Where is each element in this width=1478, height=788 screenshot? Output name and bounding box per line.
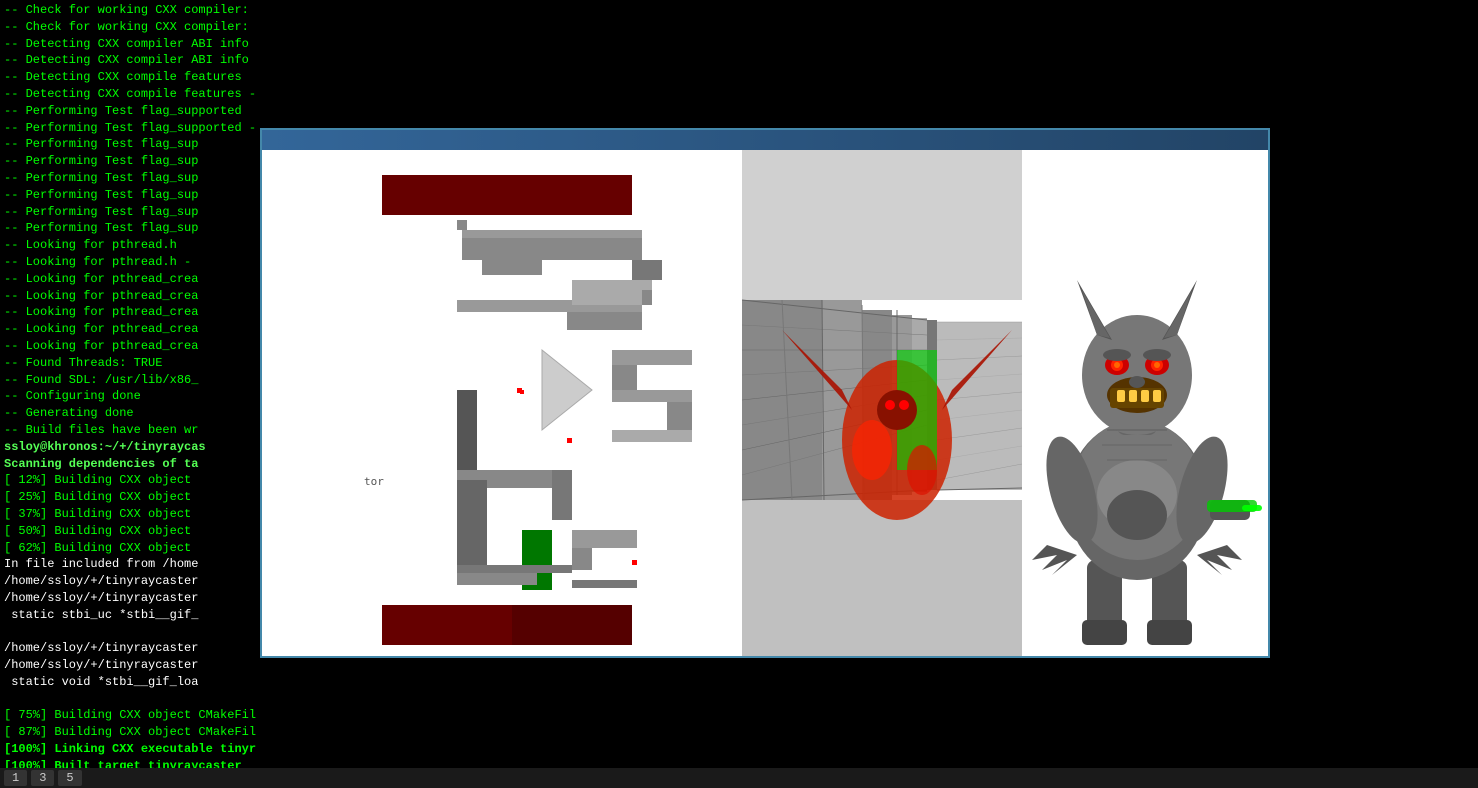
term-line: -- Looking for pthread.h — [4, 237, 256, 254]
term-line: [ 25%] Building CXX object — [4, 489, 256, 506]
map-area: tor — [262, 150, 742, 658]
term-line: -- Configuring done — [4, 388, 256, 405]
term-line: [ 87%] Building CXX object CMakeFiles/ti… — [4, 724, 256, 741]
term-line: -- Performing Test flag_supported — [4, 103, 256, 120]
monster-sprite — [1002, 260, 1270, 658]
monster-svg — [1002, 260, 1270, 658]
term-line: -- Found Threads: TRUE — [4, 355, 256, 372]
tab-3[interactable]: 3 — [31, 770, 54, 786]
term-line: -- Looking for pthread_crea — [4, 271, 256, 288]
term-line: -- Performing Test flag_sup — [4, 187, 256, 204]
term-line: ssloy@khronos:~/+/tinyraycas — [4, 439, 256, 456]
term-line: -- Detecting CXX compile features - done — [4, 86, 256, 103]
game-window: tor — [260, 128, 1270, 658]
view-3d-area — [742, 150, 1270, 658]
term-line: -- Performing Test flag_sup — [4, 153, 256, 170]
term-line: [ 62%] Building CXX object — [4, 540, 256, 557]
term-line: -- Performing Test flag_sup — [4, 136, 256, 153]
term-line: In file included from /home — [4, 556, 256, 573]
term-line: [ 75%] Building CXX object CMakeFiles/ti… — [4, 707, 256, 724]
tab-1[interactable]: 1 — [4, 770, 27, 786]
term-line: -- Looking for pthread_crea — [4, 288, 256, 305]
term-line: -- Detecting CXX compiler ABI info - don… — [4, 52, 256, 69]
term-line: [ 37%] Building CXX object — [4, 506, 256, 523]
term-line: [100%] Linking CXX executable tinyraycas… — [4, 741, 256, 758]
term-line: /home/ssloy/+/tinyraycaster — [4, 640, 256, 657]
term-line: -- Looking for pthread_crea — [4, 304, 256, 321]
term-line — [4, 623, 256, 640]
term-line: -- Build files have been wr — [4, 422, 256, 439]
term-line: -- Performing Test flag_sup — [4, 170, 256, 187]
game-titlebar — [262, 130, 1268, 150]
term-line: -- Performing Test flag_supported - Succ… — [4, 120, 256, 137]
term-line: [ 50%] Building CXX object — [4, 523, 256, 540]
term-line: -- Detecting CXX compile features — [4, 69, 256, 86]
term-line: -- Found SDL: /usr/lib/x86_ — [4, 372, 256, 389]
term-line: /home/ssloy/+/tinyraycaster — [4, 573, 256, 590]
tab-bar: 1 3 5 — [0, 768, 1478, 788]
term-line: -- Check for working CXX compiler: /usr/… — [4, 19, 256, 36]
term-line: -- Detecting CXX compiler ABI info — [4, 36, 256, 53]
term-line: -- Generating done — [4, 405, 256, 422]
term-line: -- Looking for pthread_crea — [4, 321, 256, 338]
term-line: static stbi_uc *stbi__gif_ — [4, 607, 256, 624]
term-line: /home/ssloy/+/tinyraycaster — [4, 590, 256, 607]
term-line: -- Looking for pthread.h - — [4, 254, 256, 271]
tab-5[interactable]: 5 — [58, 770, 81, 786]
term-line: Scanning dependencies of ta — [4, 456, 256, 473]
term-line: -- Performing Test flag_sup — [4, 204, 256, 221]
player-label: tor — [364, 475, 384, 488]
term-line: -- Check for working CXX compiler: /usr/… — [4, 2, 256, 19]
terminal: -- Check for working CXX compiler: /usr/… — [0, 0, 260, 788]
map-svg: tor — [262, 150, 742, 658]
term-line: static void *stbi__gif_loa — [4, 674, 256, 691]
term-line — [4, 691, 256, 708]
term-line: -- Performing Test flag_sup — [4, 220, 256, 237]
term-line: [ 12%] Building CXX object — [4, 472, 256, 489]
term-line: /home/ssloy/+/tinyraycaster — [4, 657, 256, 674]
term-line: -- Looking for pthread_crea — [4, 338, 256, 355]
